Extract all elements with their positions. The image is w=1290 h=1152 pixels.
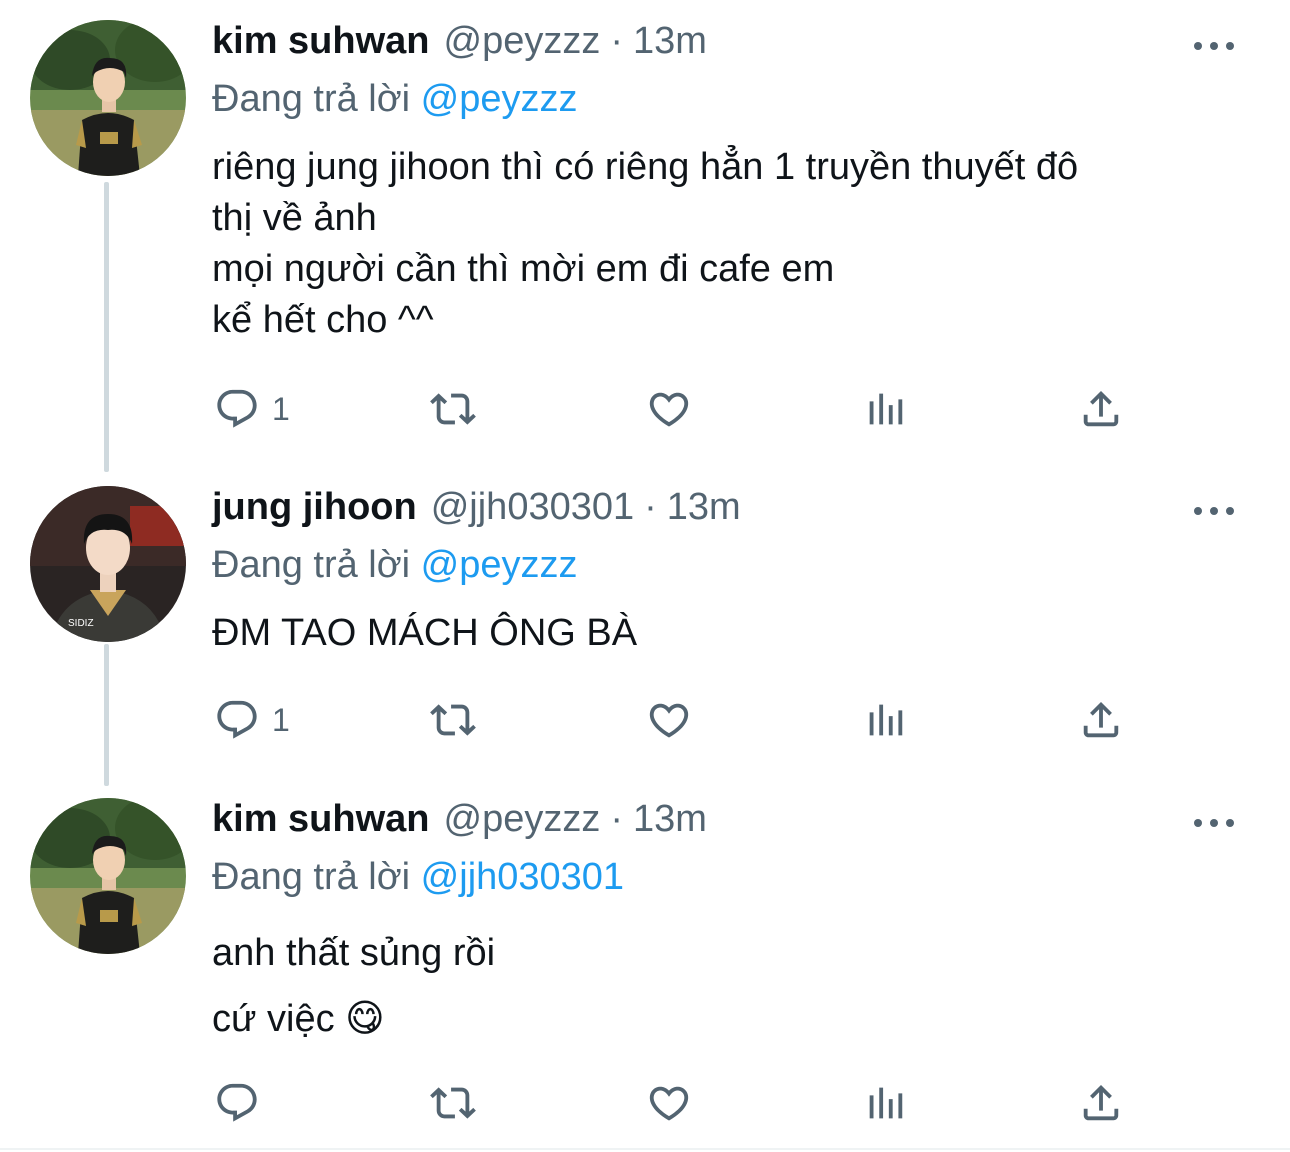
reply-button[interactable]: 1 [214,384,290,434]
mention-link[interactable]: @peyzzz [421,78,578,120]
reply-icon [214,697,260,743]
analytics-icon [862,386,908,432]
share-icon [1078,1080,1124,1126]
replying-to-label: Đang trả lời [212,78,411,120]
share-icon [1078,697,1124,743]
retweet-button[interactable] [430,384,476,434]
share-button[interactable] [1078,695,1124,745]
replying-to: Đang trả lời @jjh030301 [212,850,1250,904]
timestamp[interactable]: 13m [633,20,707,63]
more-icon [1194,42,1202,50]
action-bar: 1 [212,384,1172,434]
thread-connector [104,182,109,472]
heart-icon [646,1080,692,1126]
thread-connector [104,644,109,786]
separator: · [610,798,623,840]
replying-to: Đang trả lời @peyzzz [212,72,1250,126]
more-icon [1194,507,1202,515]
text-line: thị về ảnh [212,197,377,239]
analytics-icon [862,697,908,743]
replying-to-label: Đang trả lời [212,856,411,898]
like-button[interactable] [646,1078,692,1128]
reply-icon [214,386,260,432]
reply-icon [214,1080,260,1126]
retweet-button[interactable] [430,695,476,745]
replying-to: Đang trả lời @peyzzz [212,538,1250,592]
like-button[interactable] [646,695,692,745]
tweet-header: kim suhwan @peyzzz · 13m [212,20,1250,72]
timestamp[interactable]: 13m [633,798,707,841]
avatar[interactable] [30,20,186,176]
user-handle[interactable]: @jjh030301 [431,486,634,529]
more-options-button[interactable] [1194,501,1234,521]
text-line: mọi người cần thì mời em đi cafe em [212,248,835,290]
action-bar [212,1078,1172,1128]
reply-button[interactable] [214,1078,272,1128]
avatar-text: SIDIZ [68,618,94,629]
text-line: cứ việc 😋 [212,998,385,1040]
display-name[interactable]: kim suhwan [212,798,430,841]
heart-icon [646,697,692,743]
tweet-header: jung jihoon @jjh030301 · 13m [212,486,1250,538]
avatar[interactable] [30,798,186,954]
analytics-button[interactable] [862,695,908,745]
retweet-button[interactable] [430,1078,476,1128]
mention-link[interactable]: @peyzzz [421,544,578,586]
timestamp[interactable]: 13m [667,486,741,529]
display-name[interactable]: jung jihoon [212,486,417,529]
analytics-icon [862,1080,908,1126]
display-name[interactable]: kim suhwan [212,20,430,63]
action-bar: 1 [212,695,1172,745]
text-line: riêng jung jihoon thì có riêng hẳn 1 tru… [212,146,1079,188]
more-icon [1194,819,1202,827]
analytics-button[interactable] [862,1078,908,1128]
retweet-icon [430,386,476,432]
text-line: anh thất sủng rồi [212,932,496,974]
text-line: ĐM TAO MÁCH ÔNG BÀ [212,612,638,654]
more-options-button[interactable] [1194,36,1234,56]
separator: · [644,486,657,528]
reply-count: 1 [272,701,290,738]
heart-icon [646,386,692,432]
retweet-icon [430,697,476,743]
divider [0,1148,1290,1150]
share-icon [1078,386,1124,432]
mention-link[interactable]: @jjh030301 [421,856,624,898]
separator: · [610,20,623,62]
tweet-header: kim suhwan @peyzzz · 13m [212,798,1250,850]
share-button[interactable] [1078,1078,1124,1128]
tweet-text: riêng jung jihoon thì có riêng hẳn 1 tru… [212,142,1250,346]
analytics-button[interactable] [862,384,908,434]
avatar-image [30,486,186,642]
avatar-image [30,20,186,176]
retweet-icon [430,1080,476,1126]
avatar-image [30,798,186,954]
reply-count: 1 [272,390,290,427]
tweet-text: anh thất sủng rồi cứ việc 😋 [212,920,1250,1052]
more-options-button[interactable] [1194,813,1234,833]
user-handle[interactable]: @peyzzz [444,798,601,841]
like-button[interactable] [646,384,692,434]
tweet-text: ĐM TAO MÁCH ÔNG BÀ [212,608,1250,659]
text-line: kể hết cho ^^ [212,299,434,341]
reply-button[interactable]: 1 [214,695,290,745]
user-handle[interactable]: @peyzzz [444,20,601,63]
avatar[interactable]: SIDIZ [30,486,186,642]
share-button[interactable] [1078,384,1124,434]
replying-to-label: Đang trả lời [212,544,411,586]
